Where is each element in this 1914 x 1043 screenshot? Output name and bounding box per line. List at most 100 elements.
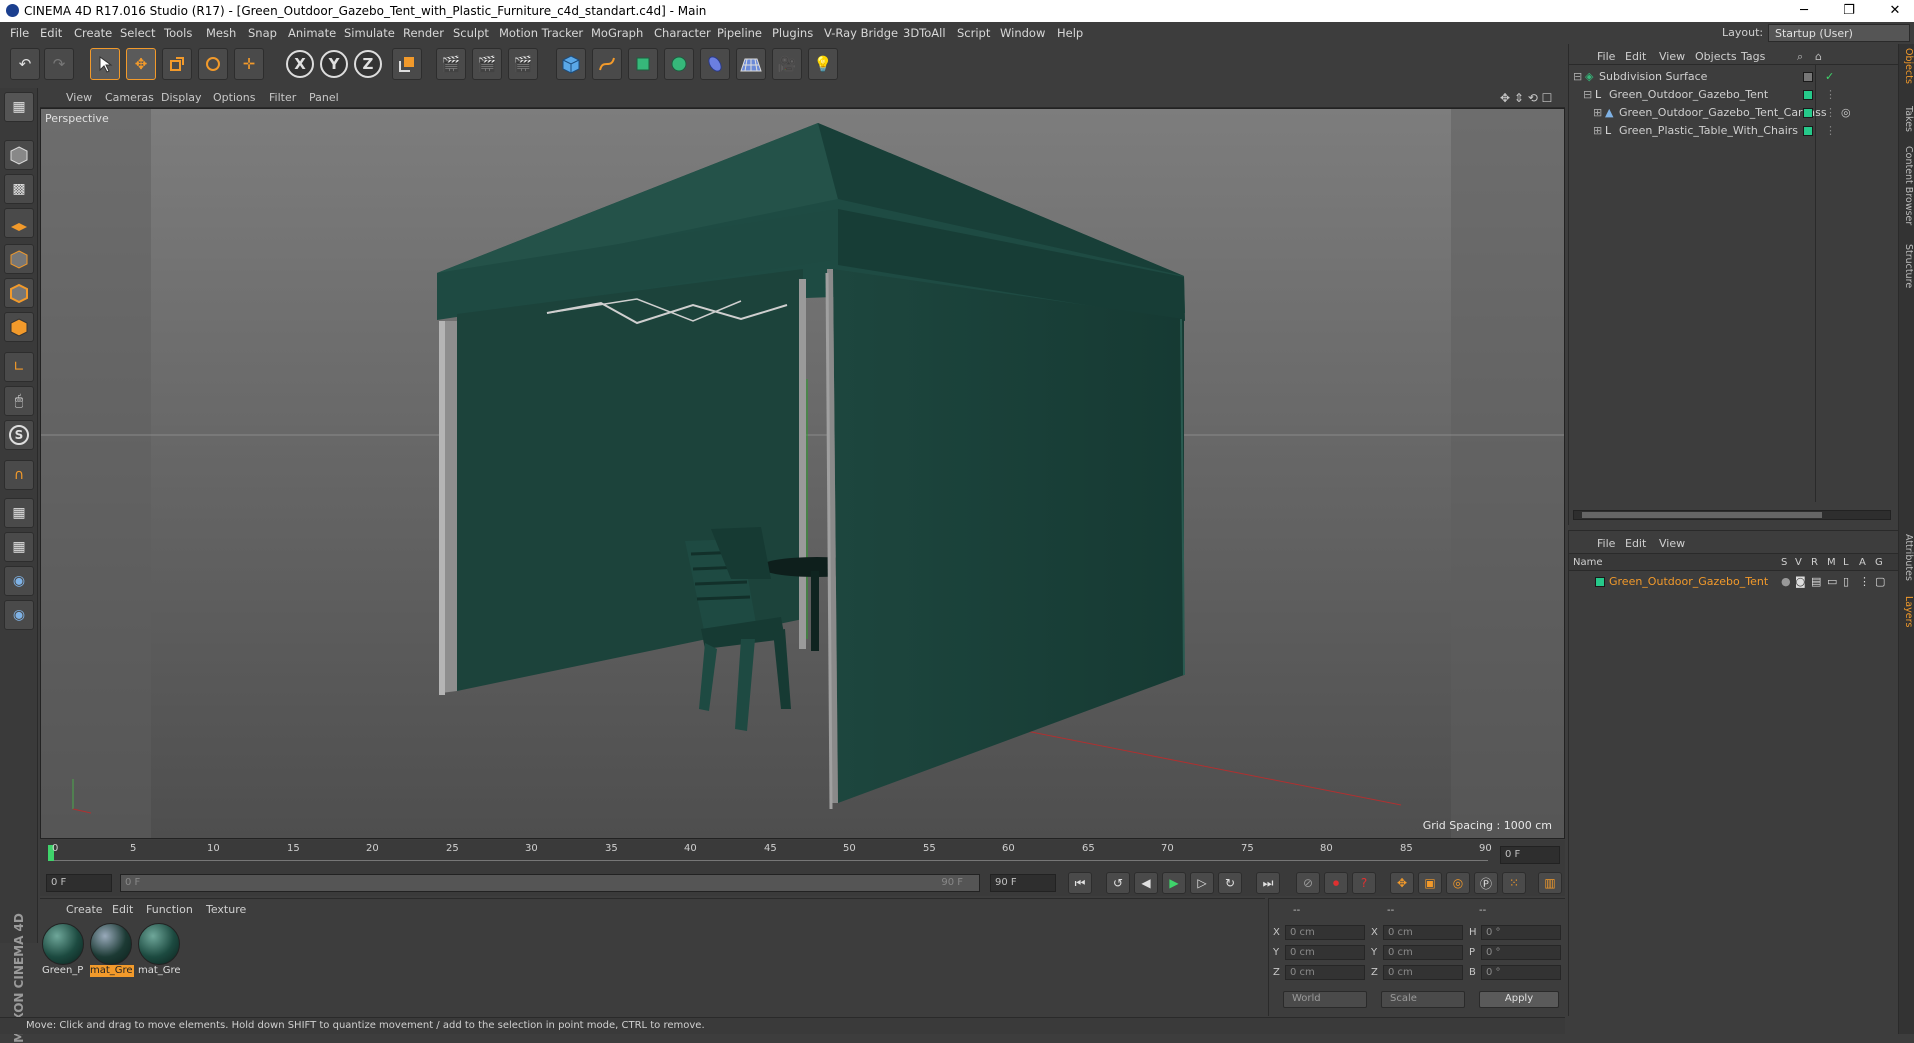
- add-cube-button[interactable]: [556, 48, 586, 80]
- key-pla-button[interactable]: ⁙: [1502, 872, 1526, 894]
- y-axis-toggle[interactable]: Y: [320, 50, 348, 78]
- add-camera-button[interactable]: 🎥: [772, 48, 802, 80]
- previous-frame-button[interactable]: ◀: [1134, 872, 1158, 894]
- previous-key-button[interactable]: ↺: [1106, 872, 1130, 894]
- start-frame-field[interactable]: 0 F: [46, 874, 112, 892]
- live-selection-tool[interactable]: [90, 48, 120, 80]
- material-swatch-green-p[interactable]: Green_P: [42, 923, 86, 979]
- tab-attributes[interactable]: Attributes: [1900, 534, 1914, 581]
- key-scale-button[interactable]: ▣: [1418, 872, 1442, 894]
- menu-animate[interactable]: Animate: [288, 26, 336, 40]
- rotation-b-field[interactable]: 0 °: [1481, 965, 1561, 980]
- redo-button[interactable]: ↷: [44, 48, 74, 80]
- layer-animation-toggle[interactable]: ⋮: [1859, 575, 1870, 588]
- go-to-start-button[interactable]: ⏮: [1068, 872, 1092, 894]
- keyframe-selection-button[interactable]: ?: [1352, 872, 1376, 894]
- material-tag-icon[interactable]: ◎: [1841, 106, 1851, 119]
- layer-color-swatch[interactable]: [1595, 577, 1605, 587]
- key-position-button[interactable]: ✥: [1390, 872, 1414, 894]
- menu-simulate[interactable]: Simulate: [344, 26, 395, 40]
- visibility-dots-icon[interactable]: ⋮: [1825, 88, 1836, 101]
- tab-content-browser[interactable]: Content Browser: [1900, 146, 1914, 225]
- rotation-h-field[interactable]: 0 °: [1481, 925, 1561, 940]
- tree-collapse-icon[interactable]: ⊟: [1583, 88, 1592, 101]
- layer-color-tag[interactable]: [1803, 90, 1813, 100]
- objects-menu-view[interactable]: View: [1659, 50, 1685, 63]
- tab-layers[interactable]: Layers: [1900, 596, 1914, 627]
- go-to-end-button[interactable]: ⏭: [1256, 872, 1280, 894]
- rotation-p-field[interactable]: 0 °: [1481, 945, 1561, 960]
- polygons-mode-button[interactable]: [4, 312, 34, 342]
- material-swatch-mat-gre-2[interactable]: mat_Gre: [138, 923, 182, 979]
- layers-menu-edit[interactable]: Edit: [1625, 537, 1646, 550]
- add-deformer-button[interactable]: [700, 48, 730, 80]
- viewport-navigation-icons[interactable]: ✥ ⇕ ⟲ ☐: [1500, 91, 1552, 105]
- add-light-button[interactable]: 💡: [808, 48, 838, 80]
- current-frame-field[interactable]: 0 F: [1500, 846, 1560, 864]
- tweak-mode-button[interactable]: 🖱: [4, 386, 34, 416]
- minimize-button[interactable]: ─: [1789, 2, 1819, 20]
- viewport-menu-panel[interactable]: Panel: [309, 91, 339, 104]
- menu-script[interactable]: Script: [957, 26, 990, 40]
- object-editor-visibility[interactable]: [1803, 72, 1813, 82]
- menu-pipeline[interactable]: Pipeline: [717, 26, 762, 40]
- menu-window[interactable]: Window: [1000, 26, 1045, 40]
- render-picture-viewer-button[interactable]: 🎬: [472, 48, 502, 80]
- objects-home-icon[interactable]: ⌂: [1815, 50, 1822, 63]
- snapping-button[interactable]: ∩: [4, 460, 34, 490]
- viewport-menu-display[interactable]: Display: [161, 91, 202, 104]
- menu-render[interactable]: Render: [403, 26, 444, 40]
- layer-generators-toggle[interactable]: ▢: [1875, 575, 1885, 588]
- workplane-mode-button[interactable]: [4, 208, 34, 238]
- layer-solo-toggle[interactable]: ●: [1781, 575, 1791, 588]
- menu-3dtoall[interactable]: 3DToAll: [903, 26, 946, 40]
- menu-edit[interactable]: Edit: [40, 26, 62, 40]
- edges-mode-button[interactable]: [4, 278, 34, 308]
- menu-vray-bridge[interactable]: V-Ray Bridge: [824, 26, 898, 40]
- material-menu-create[interactable]: Create: [66, 903, 103, 916]
- next-key-button[interactable]: ↻: [1218, 872, 1242, 894]
- menu-plugins[interactable]: Plugins: [772, 26, 813, 40]
- scale-tool[interactable]: [162, 48, 192, 80]
- model-mode-button[interactable]: [4, 140, 34, 170]
- position-x-field[interactable]: 0 cm: [1285, 925, 1365, 940]
- layers-menu-view[interactable]: View: [1659, 537, 1685, 550]
- transform-mode-dropdown[interactable]: Scale: [1381, 991, 1465, 1008]
- viewport-menu-view[interactable]: View: [66, 91, 92, 104]
- render-settings-button[interactable]: 🎬: [508, 48, 538, 80]
- layer-row-gazebo-tent[interactable]: Green_Outdoor_Gazebo_Tent ● ◙ ▤ ▭ ▯ ⋮ ▢: [1569, 573, 1899, 591]
- next-frame-button[interactable]: ▷: [1190, 872, 1214, 894]
- objects-menu-tags[interactable]: Tags: [1741, 50, 1765, 63]
- restore-button[interactable]: ❐: [1834, 2, 1864, 20]
- menu-character[interactable]: Character: [654, 26, 711, 40]
- x-axis-toggle[interactable]: X: [286, 50, 314, 78]
- apply-button[interactable]: Apply: [1479, 991, 1559, 1008]
- timeline-ruler[interactable]: 0 5 10 15 20 25 30 35 40 45 50 55 60 65 …: [40, 840, 1565, 870]
- menu-snap[interactable]: Snap: [248, 26, 277, 40]
- tree-collapse-icon[interactable]: ⊟: [1573, 70, 1582, 83]
- add-spline-button[interactable]: [592, 48, 622, 80]
- layer-render-toggle[interactable]: ▤: [1811, 575, 1821, 588]
- layer-color-tag[interactable]: [1803, 108, 1813, 118]
- points-mode-button[interactable]: [4, 244, 34, 274]
- scrollbar-thumb[interactable]: [1582, 512, 1822, 518]
- object-row-tent-carcass[interactable]: ⊞ ▲ Green_Outdoor_Gazebo_Tent_Carcass ⋮ …: [1569, 104, 1899, 122]
- objects-menu-edit[interactable]: Edit: [1625, 50, 1646, 63]
- close-button[interactable]: ✕: [1880, 2, 1910, 20]
- menu-motion-tracker[interactable]: Motion Tracker: [499, 26, 583, 40]
- material-menu-edit[interactable]: Edit: [112, 903, 133, 916]
- layers-menu-file[interactable]: File: [1597, 537, 1615, 550]
- layer-color-tag[interactable]: [1803, 126, 1813, 136]
- viewport-menu-options[interactable]: Options: [213, 91, 255, 104]
- size-z-field[interactable]: 0 cm: [1383, 965, 1463, 980]
- render-view-button[interactable]: 🎬: [436, 48, 466, 80]
- objects-menu-objects[interactable]: Objects: [1695, 50, 1737, 63]
- objects-search-icon[interactable]: ⌕: [1797, 50, 1803, 64]
- layer-lock-toggle[interactable]: ▯: [1843, 575, 1849, 588]
- layout-dropdown[interactable]: Startup (User): [1768, 24, 1910, 42]
- visibility-dots-icon[interactable]: ⋮: [1825, 124, 1836, 137]
- objects-menu-file[interactable]: File: [1597, 50, 1615, 63]
- add-subdivision-button[interactable]: [628, 48, 658, 80]
- menu-help[interactable]: Help: [1057, 26, 1083, 40]
- menu-file[interactable]: File: [10, 26, 29, 40]
